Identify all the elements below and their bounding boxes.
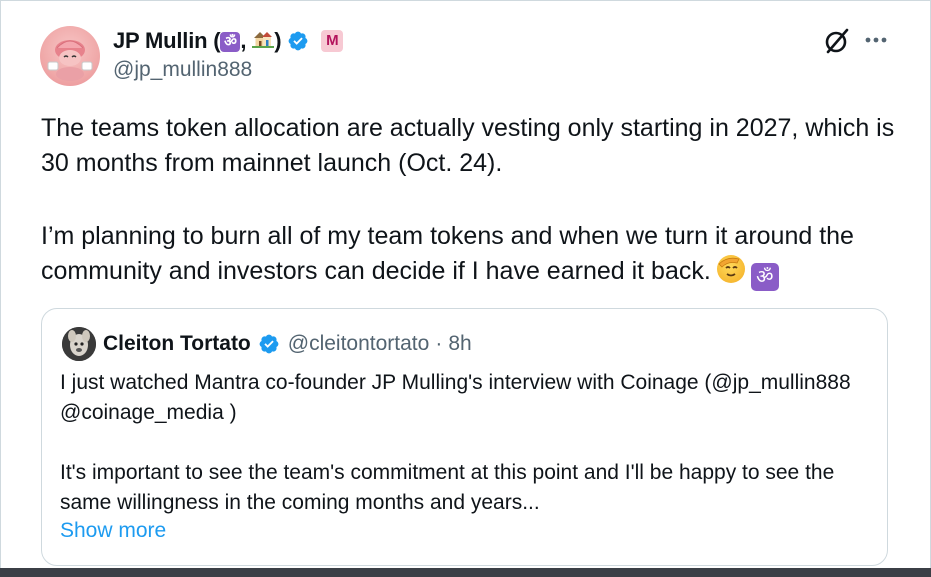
avatar-art-icon bbox=[47, 40, 93, 81]
quoted-author-name[interactable]: Cleiton Tortato bbox=[103, 332, 251, 356]
tweet-paragraph-2: I’m planning to burn all of my team toke… bbox=[41, 219, 901, 291]
quoted-paragraph-1: I just watched Mantra co-founder JP Mull… bbox=[60, 371, 851, 424]
tweet-paragraph-1: The teams token allocation are actually … bbox=[41, 114, 895, 177]
quoted-tweet-header: Cleiton Tortato @cleitontortato · 8h bbox=[103, 330, 472, 358]
house-emoji-icon bbox=[252, 32, 275, 48]
more-dots-glyph-icon bbox=[865, 37, 887, 43]
window-bottom-edge bbox=[0, 568, 931, 577]
quoted-avatar-art-icon bbox=[62, 327, 96, 361]
author-avatar[interactable] bbox=[40, 26, 100, 86]
separator-dot: · bbox=[435, 332, 443, 355]
verified-badge-icon[interactable] bbox=[287, 30, 309, 52]
grok-icon[interactable] bbox=[822, 26, 852, 56]
quoted-paragraph-2: It's important to see the team's commitm… bbox=[60, 461, 835, 514]
show-more-link[interactable]: Show more bbox=[60, 519, 166, 543]
saluting-face-art-icon bbox=[718, 257, 740, 277]
quoted-tweet-body: I just watched Mantra co-founder JP Mull… bbox=[60, 368, 870, 518]
author-name-row[interactable]: JP Mullin (ॐ, ) M bbox=[113, 27, 344, 55]
quoted-tweet-card[interactable]: Cleiton Tortato @cleitontortato · 8h I j… bbox=[41, 308, 888, 566]
tweet-body: The teams token allocation are actually … bbox=[41, 111, 901, 291]
quoted-author-avatar[interactable] bbox=[62, 327, 96, 361]
saluting-face-emoji-icon bbox=[716, 255, 745, 283]
quoted-author-handle[interactable]: @cleitontortato bbox=[288, 332, 430, 356]
verified-badge-icon[interactable] bbox=[258, 333, 280, 355]
mantra-affiliate-badge[interactable]: M bbox=[321, 30, 344, 52]
more-dots-icon[interactable] bbox=[862, 28, 890, 52]
author-handle[interactable]: @jp_mullin888 bbox=[113, 58, 252, 82]
om-emoji-icon: ॐ bbox=[750, 263, 779, 291]
quoted-tweet-timestamp[interactable]: 8h bbox=[448, 332, 471, 356]
om-emoji-icon: ॐ bbox=[220, 32, 241, 53]
author-display-name[interactable]: JP Mullin (ॐ, ) bbox=[113, 28, 282, 54]
